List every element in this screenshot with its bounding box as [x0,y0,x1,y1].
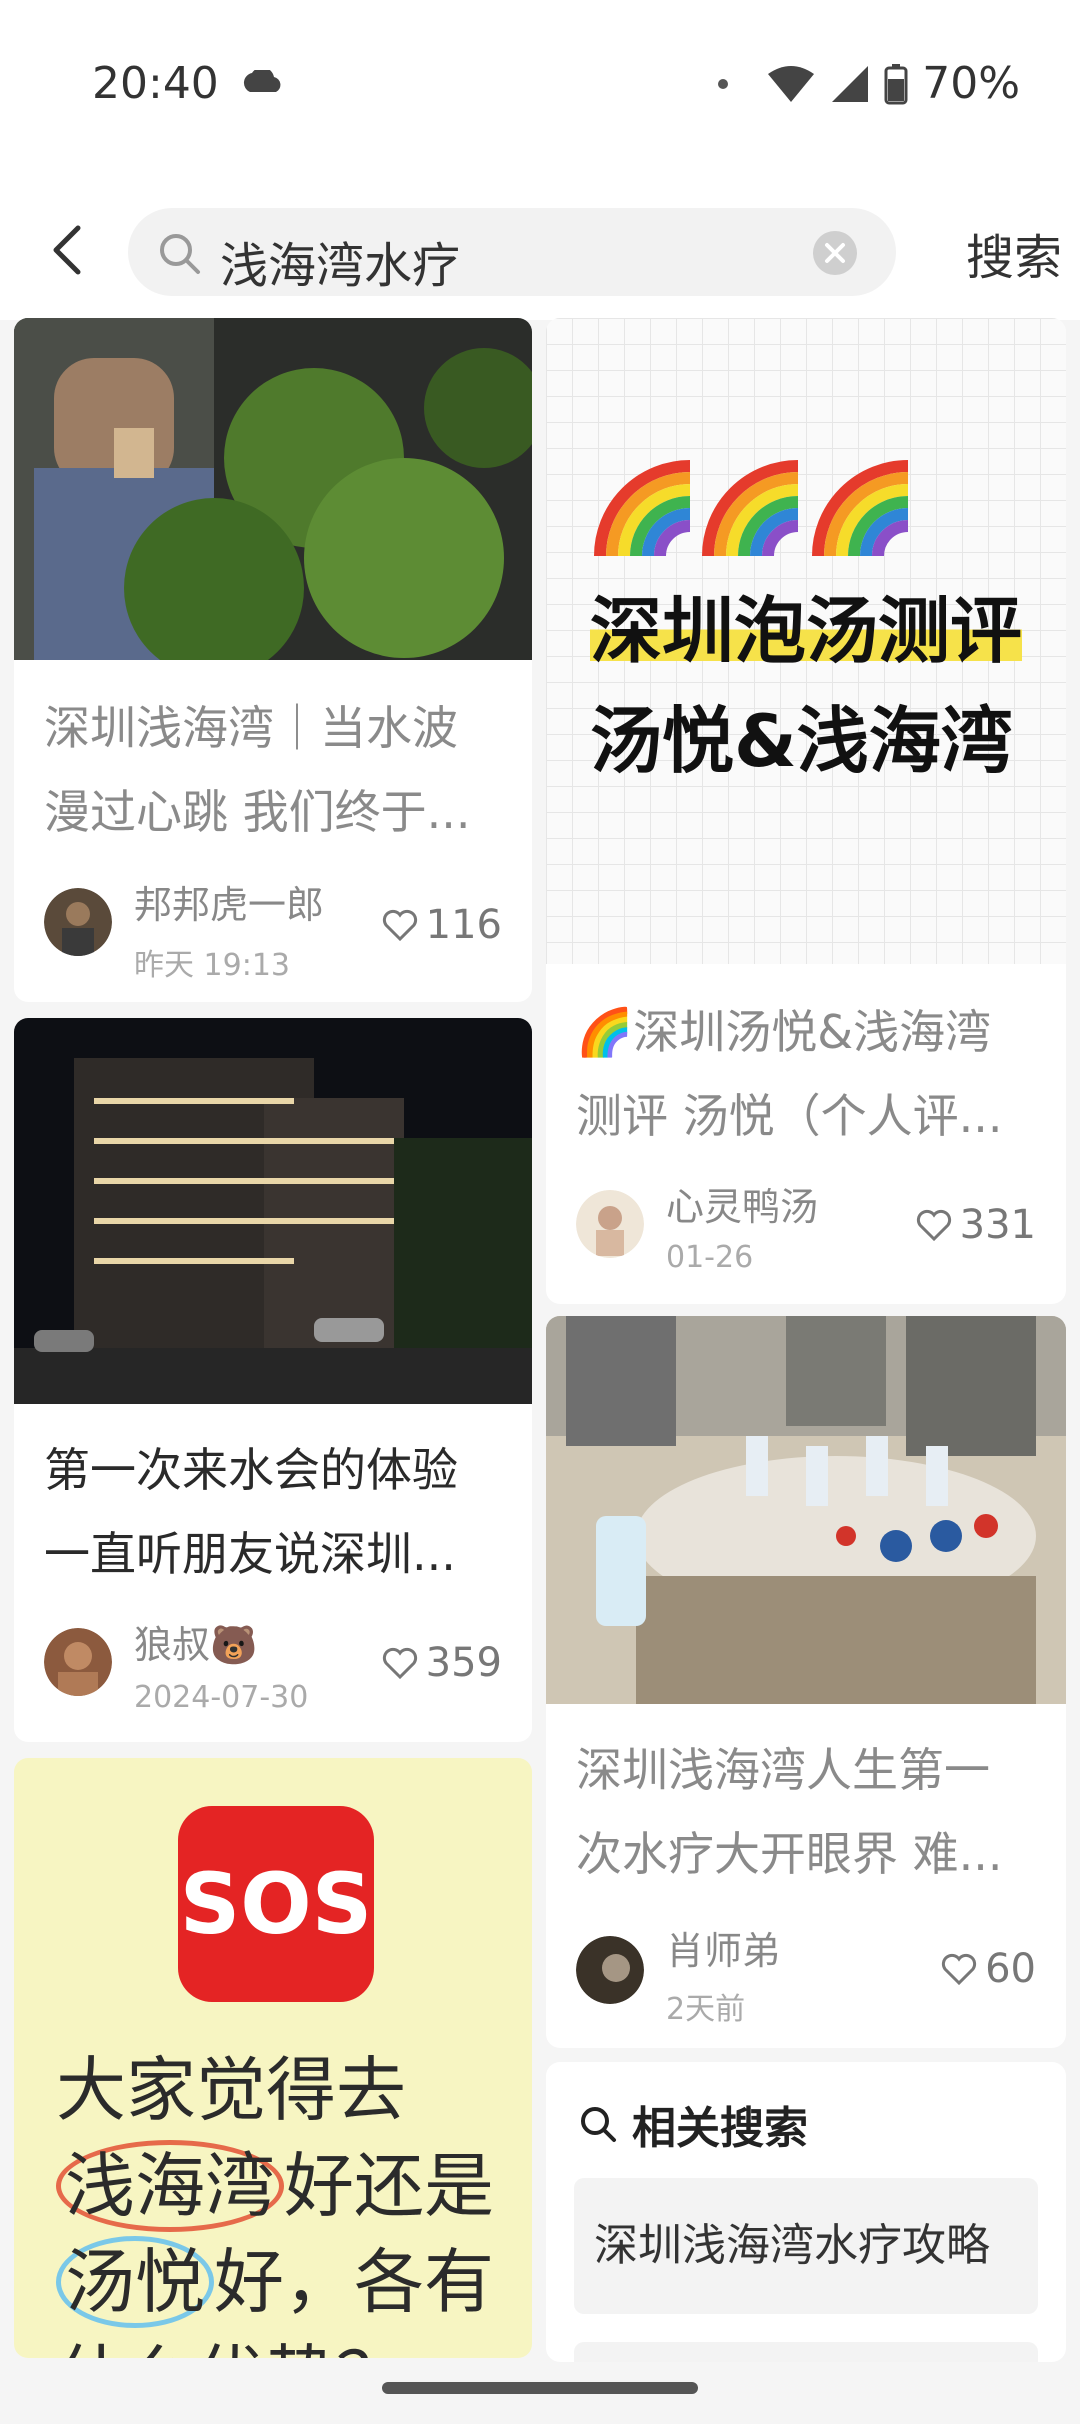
poster-line: 大家觉得去 [56,2049,406,2131]
note-title: 深圳浅海湾人生第一 次水疗大开眼界 难... [576,1728,1036,1896]
note-title-line: 漫过心跳 我们终于... [44,785,471,839]
rainbow-icon [594,460,691,556]
note-title-line: 第一次来水会的体验 [44,1443,458,1497]
status-time: 20:40 [92,58,219,109]
search-input[interactable]: 浅海湾水疗 [128,208,896,296]
note-title-line: 深圳浅海湾｜当水波 [44,701,458,755]
search-icon [581,2107,616,2142]
avatar[interactable] [44,888,112,956]
post-image [14,1018,532,1404]
related-search-title: 相关搜索 [632,2103,808,2154]
note-title-line: 深圳浅海湾人生第一 [576,1743,990,1797]
post-date: 2024-07-30 [134,1680,309,1715]
home-indicator[interactable] [382,2382,698,2394]
clear-icon[interactable] [812,230,858,276]
poster-line: 汤悦 好，各有 [56,2234,494,2330]
note-title: 深圳浅海湾｜当水波 漫过心跳 我们终于... [44,686,502,854]
cover-headline: 深圳泡汤测评 [590,572,1023,677]
related-search-card: 相关搜索 深圳浅海湾水疗攻略 [546,2062,1066,2362]
poster-highlight-red: 浅海湾 [56,2140,284,2232]
status-bar: 20:40 70% [0,0,1080,180]
search-icon [160,234,200,274]
poster-highlight-blue: 汤悦 [56,2236,214,2328]
battery-icon [884,63,908,104]
poster-text: 大家觉得去 浅海湾好还是 汤悦好，各有 什么优势？ [56,2042,494,2358]
signal-icon [832,65,869,102]
like-button[interactable]: 359 [382,1640,502,1686]
poster-line: 浅海湾 好还是 [56,2138,494,2234]
related-search-heading: 相关搜索 [578,2092,808,2156]
related-search-item-partial[interactable] [574,2342,1038,2362]
heart-icon [916,1209,951,1241]
rainbow-icon [812,460,909,556]
rainbow-icon [702,460,799,556]
like-button[interactable]: 116 [382,902,502,948]
wifi-icon [768,65,815,102]
search-header: 浅海湾水疗 搜索 [0,180,1080,320]
notification-dot-icon [718,78,729,89]
back-arrow-icon[interactable] [40,220,100,280]
note-title: 第一次来水会的体验 一直听朋友说深圳... [44,1428,502,1596]
heart-icon [382,909,417,941]
author-name[interactable]: 狼叔🐻 [134,1614,257,1669]
note-card[interactable]: SOS 大家觉得去 浅海湾好还是 汤悦好，各有 什么优势？ [14,1758,532,2358]
note-title-line: 测评 汤悦（个人评... [576,1089,1003,1143]
note-title-line: 🌈深圳汤悦&浅海湾 [576,1005,992,1059]
heart-icon [382,1647,417,1679]
avatar[interactable] [576,1190,644,1258]
sos-badge: SOS [178,1806,374,2002]
note-title-line: 一直听朋友说深圳... [44,1527,456,1581]
poster-line: 什么优势？ [56,2330,494,2358]
author-name[interactable]: 肖师弟 [666,1920,780,1975]
post-image [546,1316,1066,1704]
like-count: 60 [985,1946,1036,1992]
poster-line-part: 好还是 [284,2145,494,2227]
post-date: 昨天 19:13 [134,948,290,983]
note-card[interactable]: 深圳泡汤测评 汤悦&浅海湾 🌈深圳汤悦&浅海湾 测评 汤悦（个人评... 心灵鸭… [546,318,1066,1304]
note-card[interactable]: 第一次来水会的体验 一直听朋友说深圳... 狼叔🐻 2024-07-30 359 [14,1018,532,1742]
note-card[interactable]: 深圳浅海湾｜当水波 漫过心跳 我们终于... 邦邦虎一郎 昨天 19:13 11… [14,318,532,1002]
post-image [14,318,532,660]
cloud-icon [243,70,281,92]
note-title-line: 次水疗大开眼界 难... [576,1827,1003,1881]
like-button[interactable]: 60 [941,1946,1036,1992]
search-query: 浅海湾水疗 [220,238,461,294]
poster-line-part: 好，各有 [214,2241,494,2323]
author-name[interactable]: 心灵鸭汤 [666,1176,818,1231]
status-right: 70% [718,58,1020,109]
cover-headline: 汤悦&浅海湾 [590,699,1013,783]
post-date: 2天前 [666,1992,746,2027]
note-card[interactable]: 深圳浅海湾人生第一 次水疗大开眼界 难... 肖师弟 2天前 60 [546,1316,1066,2048]
author-name[interactable]: 邦邦虎一郎 [134,874,324,929]
like-button[interactable]: 331 [916,1202,1036,1248]
heart-icon [942,1953,977,1985]
like-count: 359 [425,1640,502,1686]
like-count: 331 [959,1202,1036,1248]
related-search-item[interactable]: 深圳浅海湾水疗攻略 [574,2178,1038,2314]
like-count: 116 [425,902,502,948]
avatar[interactable] [44,1628,112,1696]
search-button[interactable]: 搜索 [966,218,1062,288]
note-title: 🌈深圳汤悦&浅海湾 测评 汤悦（个人评... [576,990,1036,1158]
battery-percent: 70% [922,58,1020,109]
post-date: 01-26 [666,1240,754,1275]
avatar[interactable] [576,1936,644,2004]
post-cover: 深圳泡汤测评 汤悦&浅海湾 [546,318,1066,964]
